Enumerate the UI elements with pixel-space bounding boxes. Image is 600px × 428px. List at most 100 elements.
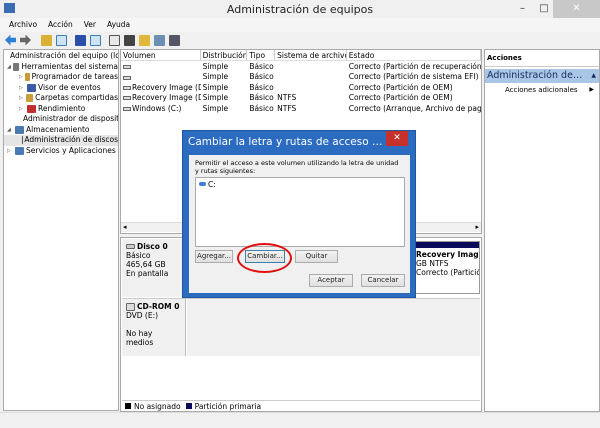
actions-section[interactable]: Administración de discos ▲ (485, 69, 599, 83)
properties-icon[interactable] (124, 34, 135, 46)
menu-ver[interactable]: Ver (84, 18, 96, 32)
action-more-actions-label: Acciones adicionales (505, 86, 578, 94)
show-tree-icon[interactable] (56, 34, 67, 46)
cell: NTFS (277, 103, 297, 113)
actions-pane: Acciones Administración de discos ▲ Accio… (484, 49, 600, 412)
tree-item[interactable]: ◢ Herramientas del sistema (4, 62, 118, 73)
show-action-pane-icon[interactable] (90, 34, 101, 46)
change-drive-letter-dialog: Cambiar la letra y rutas de acceso de un… (182, 130, 416, 298)
cell: Simple (202, 93, 229, 103)
close-button[interactable]: ✕ (553, 0, 600, 18)
column-header-distribucion[interactable]: Distribución (201, 50, 248, 60)
cell: Correcto (Partición de OEM) (348, 82, 453, 92)
search-icon[interactable] (154, 34, 165, 46)
legend-unallocated: No asignado (134, 401, 181, 411)
tree-item[interactable]: ▷ Programador de tareas (4, 72, 118, 83)
cdrom-0-info[interactable]: CD-ROM 0 DVD (E:) No hay medios (122, 299, 186, 356)
refresh-icon[interactable] (109, 34, 120, 46)
cell-volume: Windows (C:) (121, 104, 201, 114)
tree-item-label: Rendimiento (38, 103, 86, 113)
tree-item[interactable]: ▷ Visor de eventos (4, 83, 118, 94)
tree-item[interactable]: Administración del equipo (local) (4, 51, 118, 62)
title-bar: Administración de equipos – □ ✕ (0, 0, 600, 18)
expander-icon[interactable]: ◢ (7, 62, 11, 73)
tree-item[interactable]: ▷ Servicios y Aplicaciones (4, 146, 118, 157)
maximize-button[interactable]: □ (535, 0, 553, 18)
disk-icon (126, 244, 135, 249)
action-more-actions[interactable]: Acciones adicionales ▶ (485, 83, 599, 94)
forward-icon[interactable] (20, 34, 31, 46)
tree-item[interactable]: Administrador de dispositivos (4, 114, 118, 125)
tree-item-label: Servicios y Aplicaciones (26, 145, 116, 155)
column-header-tipo[interactable]: Tipo (247, 50, 276, 60)
disk-0-info[interactable]: Disco 0 Básico 465,64 GB En pantalla (122, 239, 186, 297)
cell: Correcto (Partición de sistema EFI) (348, 72, 479, 82)
tree-item-icon (13, 62, 20, 71)
tree-item[interactable]: ◢ Almacenamiento (4, 125, 118, 136)
menu-archivo[interactable]: Archivo (9, 18, 37, 32)
cell: Básico (249, 82, 274, 92)
column-header-volumen[interactable]: Volumen (121, 50, 201, 60)
table-row[interactable]: Windows (C:) Simple Básico NTFS Correcto (Ar… (121, 104, 481, 114)
cell: Correcto (Partición de OEM) (348, 93, 453, 103)
cancel-button[interactable]: Cancelar (361, 274, 405, 287)
expander-icon[interactable]: ▷ (19, 104, 25, 115)
dialog-close-button[interactable]: ✕ (386, 131, 408, 146)
disk-0-status: En pantalla (126, 269, 169, 278)
remove-button[interactable]: Quitar (295, 250, 338, 263)
drive-path-list[interactable]: C: (195, 177, 405, 247)
expander-icon[interactable]: ◢ (7, 125, 13, 136)
volume-icon (123, 85, 131, 90)
expander-icon[interactable]: ▷ (19, 83, 25, 94)
cell: Correcto (Arranque, Archivo de paginació… (348, 103, 481, 113)
table-row[interactable]: Recovery Image (D:)Simple BásicoNTFS Corre… (121, 93, 481, 103)
table-row[interactable]: Simple Básico Correcto (Partición de siste… (121, 72, 481, 82)
partition-recovery-d[interactable]: Recovery Image (D:) GB NTFS Correcto (Pa… (414, 241, 480, 294)
scroll-left-arrow[interactable]: ◂ (123, 223, 127, 231)
scroll-right-arrow[interactable]: ▸ (475, 223, 479, 231)
cell-volume (121, 72, 201, 82)
tree-item[interactable]: ▷ Rendimiento (4, 104, 118, 115)
open-folder-icon[interactable] (139, 34, 150, 46)
dialog-description: Permitir el acceso a este volumen utiliz… (195, 159, 399, 175)
settings-icon[interactable] (169, 34, 180, 46)
minimize-button[interactable]: – (510, 0, 535, 18)
cell: NTFS (277, 93, 297, 103)
tree-item[interactable]: Administración de discos (4, 135, 118, 146)
ok-button[interactable]: Aceptar (309, 274, 353, 287)
cell: Simple (202, 82, 229, 92)
cell-volume: Recovery Image (D:) (121, 93, 201, 103)
tree-item-label: Programador de tareas (31, 72, 118, 81)
tree-item[interactable]: ▷ Carpetas compartidas (4, 93, 118, 104)
cell: Simple (202, 62, 229, 71)
column-header-estado[interactable]: Estado (347, 50, 481, 60)
menu-ayuda[interactable]: Ayuda (107, 18, 130, 32)
table-row[interactable]: Recovery Image (D:)Simple Básico Correcto … (121, 83, 481, 93)
tree-item-icon (25, 94, 34, 103)
partition-size: GB NTFS (416, 259, 449, 268)
legend-swatch-primary (185, 403, 192, 409)
menu-accion[interactable]: Acción (48, 18, 73, 32)
tree-item-label: Administrador de dispositivos (23, 114, 119, 123)
add-button[interactable]: Agregar... (195, 250, 233, 263)
column-header-sistema-archivos[interactable]: Sistema de archivos (275, 50, 347, 60)
drive-path-item[interactable]: C: (208, 180, 216, 189)
help-icon[interactable] (75, 34, 86, 46)
up-folder-icon[interactable] (41, 34, 52, 46)
cell (275, 72, 347, 82)
expander-icon[interactable]: ▷ (19, 93, 24, 104)
collapse-icon[interactable]: ▲ (591, 69, 596, 83)
table-row[interactable]: Simple Básico Correcto (Partición de recup… (121, 62, 481, 72)
cell-volume: Recovery Image (D:) (121, 83, 201, 93)
cell: Simple (202, 103, 229, 113)
back-icon[interactable] (5, 34, 16, 46)
volume-icon (123, 96, 131, 101)
cdrom-name: CD-ROM 0 (137, 302, 180, 311)
expander-icon[interactable]: ▷ (19, 72, 23, 83)
tree-item-label: Administración del equipo (local) (10, 51, 119, 60)
navigation-tree: Administración del equipo (local) ◢ Herram… (3, 49, 119, 411)
expander-icon[interactable]: ▷ (7, 146, 13, 157)
cell (275, 62, 347, 72)
tree-item-icon (15, 125, 24, 134)
highlight-circle (237, 243, 292, 273)
